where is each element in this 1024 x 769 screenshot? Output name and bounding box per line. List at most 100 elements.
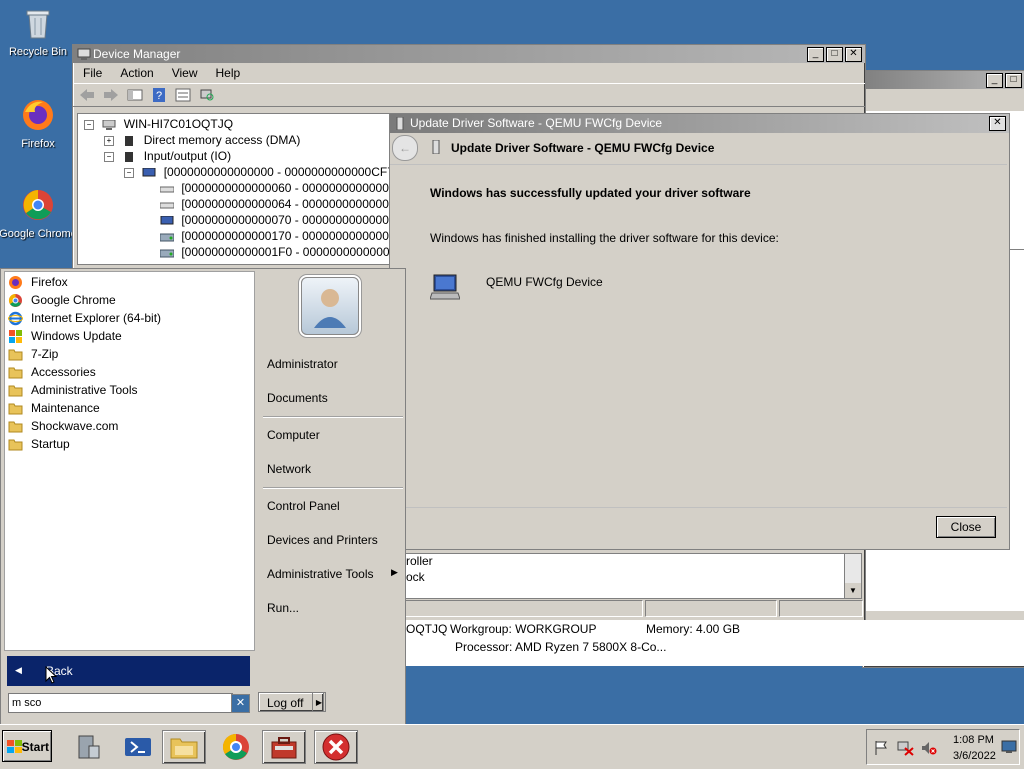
program-item-windows-update[interactable]: Windows Update — [5, 327, 254, 345]
start-item-run[interactable]: Run... — [267, 601, 299, 615]
start-item-administrator[interactable]: Administrator — [267, 357, 338, 371]
start-item-devices-printers[interactable]: Devices and Printers — [267, 533, 378, 547]
desktop-icon-chrome[interactable]: Google Chrome — [0, 188, 78, 240]
minimize-button[interactable]: _ — [807, 47, 824, 62]
start-item-control-panel[interactable]: Control Panel — [267, 499, 340, 513]
desktop-icon-recycle-bin[interactable]: Recycle Bin — [0, 6, 78, 58]
program-list[interactable]: Firefox Google Chrome Internet Explorer … — [4, 271, 255, 651]
program-item-maintenance[interactable]: Maintenance — [5, 399, 254, 417]
properties-icon[interactable] — [175, 88, 191, 102]
taskbar-powershell[interactable] — [116, 730, 160, 764]
taskbar-explorer[interactable] — [162, 730, 206, 764]
collapse-toggle[interactable]: − — [104, 151, 114, 162]
program-item-internet-explorer[interactable]: Internet Explorer (64-bit) — [5, 309, 254, 327]
chip-icon — [125, 151, 134, 162]
user-icon — [314, 289, 346, 328]
tree-row-io-70[interactable]: [0000000000000070 - 0000000000000077] — [160, 212, 390, 228]
scroll-down-button[interactable]: ▼ — [845, 583, 861, 598]
tree-row-computer[interactable]: − WIN-HI7C01OQTJQ — [84, 116, 233, 132]
vertical-scrollbar[interactable]: ▼ — [844, 553, 862, 599]
list-item[interactable]: roller — [406, 554, 433, 568]
list-item[interactable]: ock — [406, 570, 425, 584]
monitor-icon — [142, 167, 156, 177]
close-button[interactable]: ✕ — [845, 47, 862, 62]
tree-row-dma[interactable]: + Direct memory access (DMA) — [104, 132, 300, 148]
start-item-administrative-tools[interactable]: Administrative Tools — [267, 567, 374, 581]
background-window-toolbar — [863, 89, 1024, 111]
program-item-chrome[interactable]: Google Chrome — [5, 291, 254, 309]
taskbar-chrome[interactable] — [214, 730, 258, 764]
lower-device-list[interactable]: roller ock — [403, 553, 850, 599]
tree-row-io-170[interactable]: [0000000000000170 - 0000000000000177] — [160, 228, 391, 244]
program-item-7zip[interactable]: 7-Zip — [5, 345, 254, 363]
toolbar: ? — [73, 83, 865, 107]
program-label: Shockwave.com — [31, 419, 119, 433]
action-center-flag-icon[interactable] — [873, 740, 889, 756]
back-button[interactable]: ◀ Back — [7, 656, 250, 686]
tree-row-io-64[interactable]: [0000000000000064 - 0000000000000064] — [160, 196, 390, 212]
status-pane — [403, 600, 643, 617]
show-desktop-icon[interactable] — [1001, 740, 1017, 754]
taskbar-device-manager[interactable] — [262, 730, 306, 764]
start-button[interactable]: Start — [2, 730, 52, 762]
menu-help[interactable]: Help — [216, 63, 241, 83]
menu-action[interactable]: Action — [120, 63, 153, 83]
log-off-options-button[interactable]: ▶ — [312, 692, 326, 712]
program-item-accessories[interactable]: Accessories — [5, 363, 254, 381]
device-manager-titlebar[interactable]: Device Manager _ □ ✕ — [73, 45, 865, 63]
scan-hardware-icon[interactable] — [199, 88, 215, 102]
expand-toggle[interactable]: + — [104, 135, 114, 146]
desktop-icon-firefox[interactable]: Firefox — [0, 98, 78, 150]
collapse-toggle[interactable]: − — [124, 167, 134, 178]
chrome-icon — [222, 733, 249, 760]
network-disconnected-icon[interactable] — [897, 740, 915, 756]
tree-label: [0000000000000170 - 0000000000000177] — [181, 229, 391, 243]
system-info-panel: OQTJQ Workgroup: WORKGROUP Memory: 4.00 … — [404, 620, 1024, 666]
tree-row-io[interactable]: − Input/output (IO) — [104, 148, 231, 164]
dialog-close-button[interactable]: ✕ — [989, 116, 1006, 131]
start-item-network[interactable]: Network — [267, 462, 311, 476]
program-item-administrative-tools[interactable]: Administrative Tools — [5, 381, 254, 399]
taskbar-error-app[interactable] — [314, 730, 358, 764]
update-driver-dialog[interactable]: Update Driver Software - QEMU FWCfg Devi… — [389, 113, 1010, 550]
dialog-content: Windows has successfully updated your dr… — [390, 164, 1007, 508]
start-item-computer[interactable]: Computer — [267, 428, 320, 442]
back-arrow-icon[interactable] — [79, 88, 95, 102]
back-button[interactable]: ← — [392, 135, 418, 161]
dialog-titlebar[interactable]: Update Driver Software - QEMU FWCfg Devi… — [390, 114, 1009, 133]
clear-search-icon[interactable]: ✕ — [231, 694, 250, 713]
tree-label: Input/output (IO) — [143, 149, 232, 163]
start-item-documents[interactable]: Documents — [267, 391, 328, 405]
close-button[interactable]: Close — [936, 516, 996, 538]
firefox-icon — [23, 100, 53, 130]
search-input[interactable]: m sco — [8, 693, 233, 713]
volume-muted-icon[interactable] — [921, 740, 937, 756]
minimize-button[interactable]: _ — [986, 73, 1003, 88]
processor-label: Processor: AMD Ryzen 7 5800X 8-Co... — [455, 640, 667, 654]
window-title: Device Manager — [93, 47, 181, 61]
computer-name: OQTJQ — [406, 622, 448, 636]
maximize-button[interactable]: □ — [826, 47, 843, 62]
log-off-label: Log off — [267, 696, 304, 710]
user-avatar[interactable] — [301, 277, 359, 335]
maximize-button[interactable]: □ — [1005, 73, 1022, 88]
help-icon[interactable]: ? — [151, 88, 167, 102]
collapse-toggle[interactable]: − — [84, 119, 94, 130]
chip-icon — [125, 135, 134, 146]
clock-time[interactable]: 1:08 PM — [953, 734, 994, 746]
tree-row-io-range[interactable]: − [0000000000000000 - 0000000000000CF7] … — [124, 164, 390, 180]
taskbar-server-manager[interactable] — [66, 730, 110, 764]
program-label: Startup — [31, 437, 70, 451]
program-item-shockwave[interactable]: Shockwave.com — [5, 417, 254, 435]
forward-arrow-icon[interactable] — [103, 88, 119, 102]
tree-row-io-1f0[interactable]: [00000000000001F0 - 00000000000001F7] — [160, 244, 390, 260]
device-tree[interactable]: − WIN-HI7C01OQTJQ + Direct memory access… — [77, 113, 391, 265]
menu-file[interactable]: File — [83, 63, 102, 83]
tree-row-io-60[interactable]: [0000000000000060 - 0000000000000060] — [160, 180, 390, 196]
program-item-startup[interactable]: Startup — [5, 435, 254, 453]
menu-view[interactable]: View — [172, 63, 198, 83]
start-menu[interactable]: Firefox Google Chrome Internet Explorer … — [0, 268, 406, 725]
show-hide-console-icon[interactable] — [127, 88, 143, 102]
program-item-firefox[interactable]: Firefox — [5, 273, 254, 291]
clock-date[interactable]: 3/6/2022 — [953, 750, 996, 762]
